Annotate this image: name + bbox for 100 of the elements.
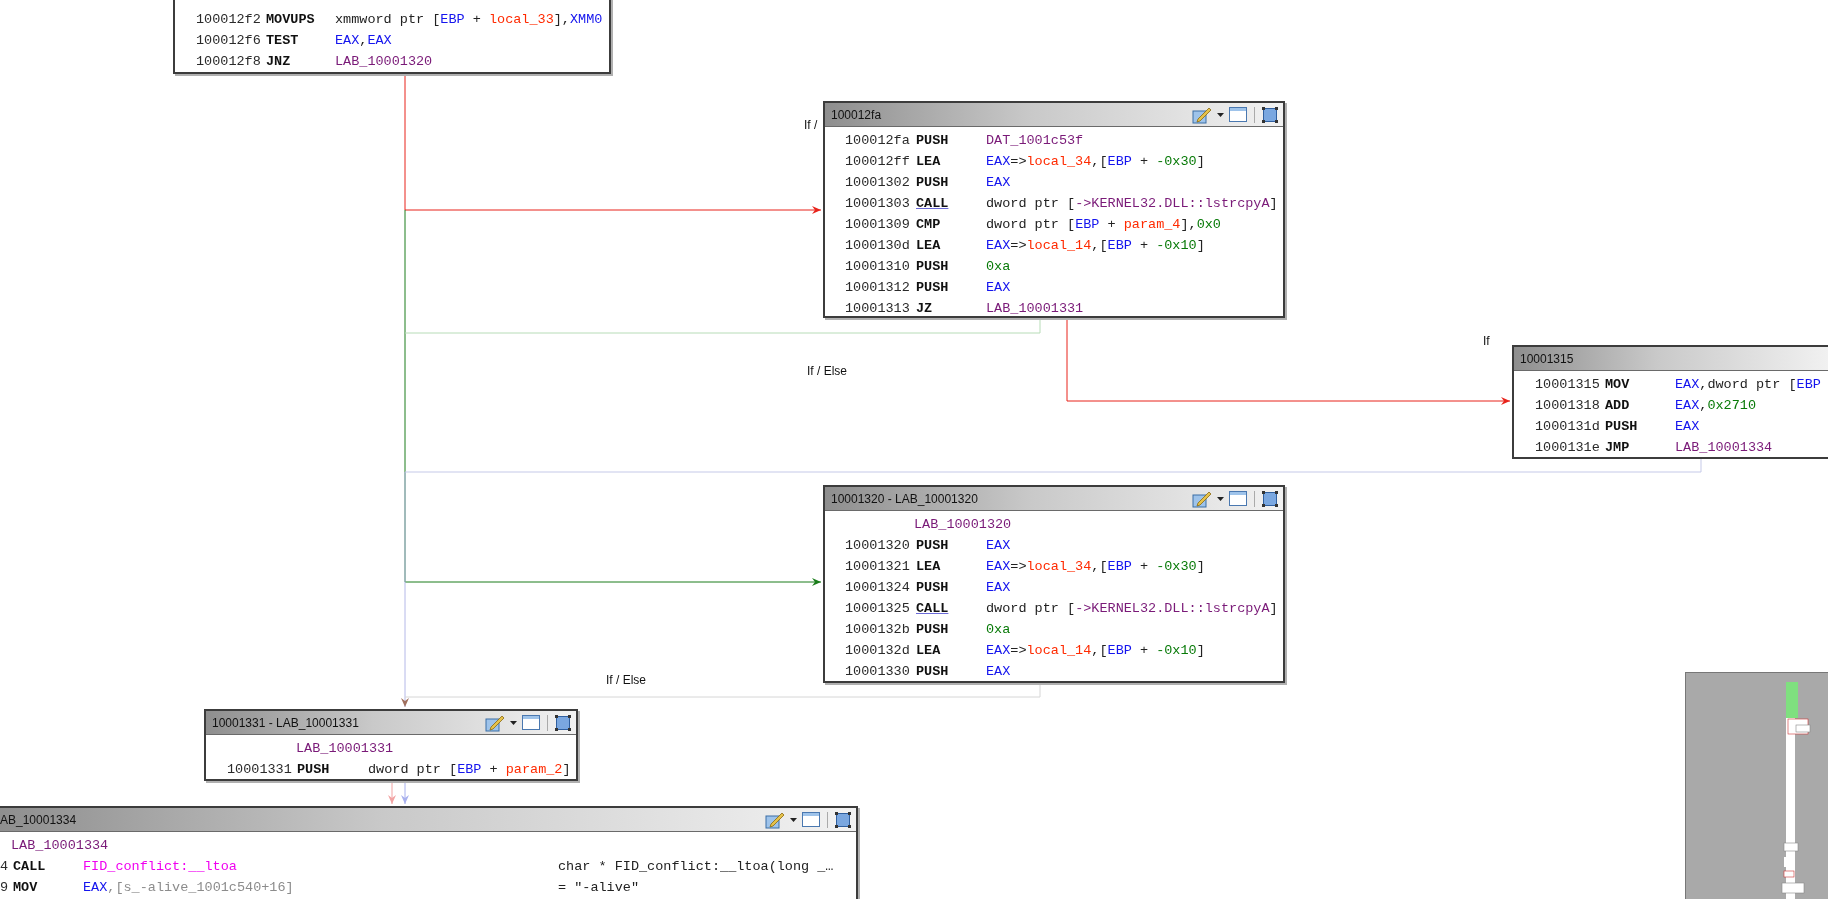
mnemonic-text: TEST	[266, 33, 300, 48]
operand-text: EAX=>local_34,[EBP + -0x30]	[986, 559, 1205, 574]
mnemonic-text: PUSH	[1605, 419, 1639, 434]
edit-pencil-icon[interactable]	[1192, 105, 1212, 124]
window-icon[interactable]	[1229, 107, 1247, 122]
operand-text: dword ptr [->KERNEL32.DLL::lstrcpyA]	[986, 196, 1278, 211]
address-text: 100012fa	[845, 133, 911, 148]
mnemonic-text: LEA	[916, 643, 942, 658]
edit-pencil-icon[interactable]	[485, 713, 505, 732]
window-icon[interactable]	[522, 715, 540, 730]
address-text: 10001325	[845, 601, 911, 616]
mnemonic-text: CALL	[13, 859, 47, 874]
address-text: 10001309	[845, 217, 911, 232]
address-text: 10001315	[1535, 377, 1601, 392]
flow-arrow	[401, 780, 409, 805]
edge-label: If	[1483, 334, 1490, 348]
operand-text: DAT_1001c53f	[986, 133, 1084, 148]
operand-text: EAX,0x2710	[1675, 398, 1757, 413]
mnemonic-text: PUSH	[916, 622, 950, 637]
block-title: 100012fa	[830, 107, 882, 122]
address-text: 9	[0, 880, 10, 895]
operand-text: EAX	[986, 664, 1011, 679]
operand-text: xmmword ptr [EBP + local_33],XMM0	[335, 12, 603, 27]
operand-text: EAX=>local_14,[EBP + -0x10]	[986, 238, 1205, 253]
operand-text: 0xa	[986, 622, 1011, 637]
mnemonic-text: PUSH	[916, 538, 950, 553]
maximize-icon[interactable]	[835, 811, 851, 828]
operand-text: LAB_10001334	[1675, 440, 1773, 455]
edit-pencil-icon[interactable]	[1192, 489, 1212, 508]
address-text: 10001312	[845, 280, 911, 295]
flow-arrow	[388, 780, 396, 805]
address-text: 100012f2	[196, 12, 262, 27]
operand-text: EAX	[986, 580, 1011, 595]
address-text: 100012ff	[845, 154, 911, 169]
caret-icon[interactable]	[1217, 496, 1224, 501]
mnemonic-text: CALL	[916, 601, 950, 616]
operand-text: dword ptr [EBP + param_4],0x0	[986, 217, 1221, 232]
operand-text: EAX	[986, 538, 1011, 553]
mnemonic-text: MOV	[1605, 377, 1631, 392]
edge-label: If / Else	[606, 673, 646, 687]
mnemonic-text: CMP	[916, 217, 942, 232]
address-text: 10001302	[845, 175, 911, 190]
operand-text: FID_conflict:__ltoa	[83, 859, 238, 874]
mnemonic-text: PUSH	[916, 175, 950, 190]
caret-icon[interactable]	[790, 817, 797, 822]
address-text: 10001303	[845, 196, 911, 211]
address-text: 10001310	[845, 259, 911, 274]
address-text: 1000131d	[1535, 419, 1601, 434]
operand-text: EAX,[s_-alive_1001c540+16]	[83, 880, 295, 895]
address-text: 1000132d	[845, 643, 911, 658]
operand-text: LAB_10001320	[335, 54, 433, 69]
maximize-icon[interactable]	[555, 714, 571, 731]
operand-text: EAX,dword ptr [EBP	[1675, 377, 1821, 392]
mnemonic-text: PUSH	[916, 664, 950, 679]
mnemonic-text: JZ	[916, 301, 934, 316]
mnemonic-text: ADD	[1605, 398, 1631, 413]
maximize-icon[interactable]	[1262, 106, 1278, 123]
caret-icon[interactable]	[1217, 112, 1224, 117]
address-text: 10001330	[845, 664, 911, 679]
operand-text: 0xa	[986, 259, 1011, 274]
block-title: 10001320 - LAB_10001320	[830, 491, 978, 506]
mnemonic-text: PUSH	[297, 762, 331, 777]
mnemonic-text: LEA	[916, 238, 942, 253]
address-text: 10001318	[1535, 398, 1601, 413]
mnemonic-text: JNZ	[266, 54, 292, 69]
mnemonic-text: JMP	[1605, 440, 1631, 455]
mnemonic-text: MOVUPS	[266, 12, 316, 27]
comment-text: = "-alive"	[558, 880, 639, 895]
address-text: 4	[0, 859, 10, 874]
operand-text: dword ptr [->KERNEL32.DLL::lstrcpyA]	[986, 601, 1278, 616]
address-text: 1000131e	[1535, 440, 1601, 455]
address-text: 10001321	[845, 559, 911, 574]
mnemonic-text: MOV	[13, 880, 39, 895]
operand-text: EAX	[986, 175, 1011, 190]
satellite-view-panel[interactable]	[1685, 672, 1828, 899]
address-text: 100012f6	[196, 33, 262, 48]
address-text: 10001324	[845, 580, 911, 595]
maximize-icon[interactable]	[1262, 490, 1278, 507]
edge-label: If /	[804, 118, 818, 132]
mnemonic-text: LEA	[916, 154, 942, 169]
operand-text: LAB_10001331	[986, 301, 1084, 316]
caret-icon[interactable]	[510, 720, 517, 725]
operand-text: EAX	[986, 280, 1011, 295]
label-text: LAB_10001334	[11, 838, 109, 853]
label-text: LAB_10001331	[296, 741, 394, 756]
window-icon[interactable]	[802, 812, 820, 827]
edge-label: If / Else	[807, 364, 847, 378]
mnemonic-text: PUSH	[916, 133, 950, 148]
comment-text: char * FID_conflict:__ltoa(long _…	[558, 859, 834, 874]
address-text: 1000132b	[845, 622, 911, 637]
operand-text: EAX=>local_14,[EBP + -0x10]	[986, 643, 1205, 658]
address-text: 100012f8	[196, 54, 262, 69]
operand-text: dword ptr [EBP + param_2]	[368, 762, 571, 777]
block-title: AB_10001334	[0, 812, 77, 827]
edit-pencil-icon[interactable]	[765, 810, 785, 829]
operand-text: EAX,EAX	[335, 33, 392, 48]
mnemonic-text: PUSH	[916, 259, 950, 274]
address-text: 10001331	[227, 762, 293, 777]
operand-text: EAX=>local_34,[EBP + -0x30]	[986, 154, 1205, 169]
window-icon[interactable]	[1229, 491, 1247, 506]
